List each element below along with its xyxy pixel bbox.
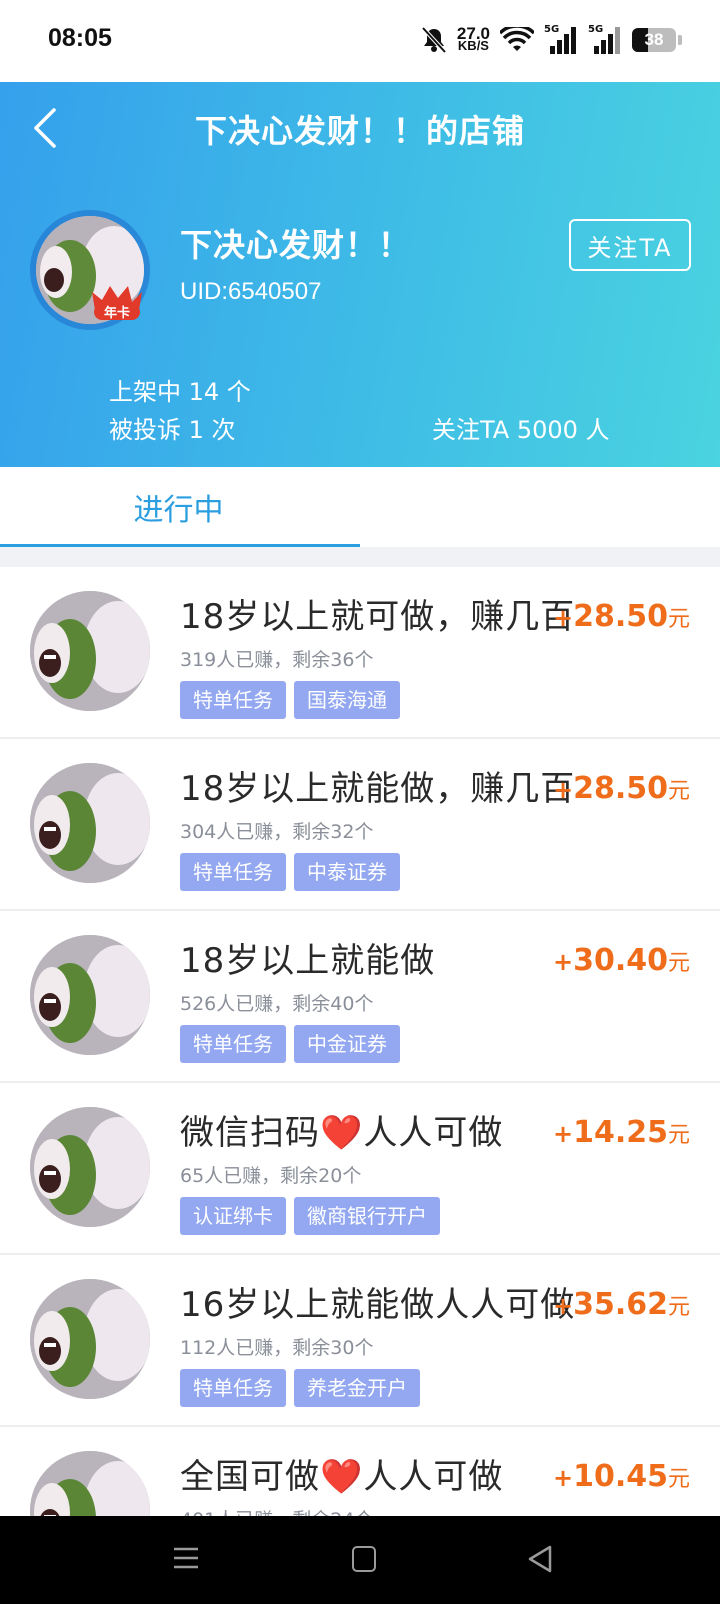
task-meta: 112人已赚，剩余30个 <box>180 1337 374 1359</box>
signal-icon: 5G <box>544 24 578 54</box>
task-tag: 养老金开户 <box>294 1369 420 1407</box>
task-tags: 特单任务 中泰证券 <box>180 853 400 891</box>
stat-complaints: 被投诉 1 次 <box>109 416 236 444</box>
price-unit: 元 <box>667 607 690 632</box>
net-speed-unit: KB/S <box>457 38 489 53</box>
price-unit: 元 <box>667 779 690 804</box>
rabbit-thumbnail-icon <box>30 763 150 883</box>
task-price: +35.62元 <box>553 1287 690 1322</box>
price-sign: + <box>552 1292 574 1320</box>
status-bar: 08:05 27.0 KB/S 5G 5G 38 <box>0 0 720 82</box>
page-title: 下决心发财！！的店铺 <box>194 112 525 150</box>
home-icon[interactable] <box>352 1546 376 1572</box>
price-unit: 元 <box>667 1467 690 1492</box>
task-title: 18岁以上就能做，赚几百 <box>180 769 576 809</box>
task-title: 18岁以上就能做 <box>180 941 436 981</box>
task-tag: 特单任务 <box>180 853 286 891</box>
price-sign: + <box>552 604 574 632</box>
price-sign: + <box>552 776 574 804</box>
task-item[interactable]: 18岁以上就能做 526人已赚，剩余40个 特单任务 中金证券 +30.40元 <box>0 911 720 1083</box>
tab-bar: 进行中 <box>0 467 720 547</box>
signal-icon: 5G <box>588 24 622 54</box>
task-title: 微信扫码❤️人人可做 <box>180 1113 504 1153</box>
menu-icon[interactable] <box>174 1546 198 1570</box>
task-tag: 中泰证券 <box>294 853 400 891</box>
shop-header: 下决心发财！！的店铺 年卡 下决心发财！！ UID:6540507 关注TA 上… <box>0 82 720 467</box>
stat-followers: 关注TA 5000 人 <box>432 416 610 444</box>
task-thumbnail <box>30 763 150 883</box>
task-price: +14.25元 <box>553 1115 690 1150</box>
task-item[interactable]: 16岁以上就能做人人可做 112人已赚，剩余30个 特单任务 养老金开户 +35.… <box>0 1255 720 1427</box>
shop-uid: UID:6540507 <box>180 278 322 305</box>
task-meta: 65人已赚，剩余20个 <box>180 1165 362 1187</box>
rabbit-thumbnail-icon <box>30 591 150 711</box>
price-unit: 元 <box>667 1123 690 1148</box>
signal-label: 5G <box>544 24 560 35</box>
task-tag: 认证绑卡 <box>180 1197 286 1235</box>
task-meta: 526人已赚，剩余40个 <box>180 993 374 1015</box>
task-tag: 特单任务 <box>180 1369 286 1407</box>
battery-icon: 38 <box>632 28 676 52</box>
task-title: 18岁以上就可做，赚几百 <box>180 597 576 637</box>
price-unit: 元 <box>667 951 690 976</box>
task-price: +28.50元 <box>553 599 690 634</box>
price-sign: + <box>552 1464 574 1492</box>
task-tag: 特单任务 <box>180 1025 286 1063</box>
task-thumbnail <box>30 1107 150 1227</box>
price-unit: 元 <box>667 1295 690 1320</box>
task-item[interactable]: 18岁以上就能做，赚几百 304人已赚，剩余32个 特单任务 中泰证券 +28.5… <box>0 739 720 911</box>
price-amount: 28.50 <box>573 599 668 634</box>
divider <box>0 547 720 567</box>
task-item[interactable]: 微信扫码❤️人人可做 65人已赚，剩余20个 认证绑卡 徽商银行开户 +14.25… <box>0 1083 720 1255</box>
task-meta: 304人已赚，剩余32个 <box>180 821 374 843</box>
back-triangle-icon[interactable] <box>526 1544 554 1574</box>
status-icons: 27.0 KB/S 5G 5G 38 <box>421 22 682 58</box>
tab-label: 进行中 <box>133 493 224 528</box>
task-title: 16岁以上就能做人人可做 <box>180 1285 576 1325</box>
net-speed: 27.0 KB/S <box>457 25 490 53</box>
rabbit-thumbnail-icon <box>30 1107 150 1227</box>
price-amount: 14.25 <box>573 1115 668 1150</box>
rabbit-thumbnail-icon <box>30 1279 150 1399</box>
task-list: 18岁以上就可做，赚几百 319人已赚，剩余36个 特单任务 国泰海通 +28.5… <box>0 567 720 1599</box>
mute-bell-icon <box>421 26 447 54</box>
annual-card-crown-icon: 年卡 <box>92 286 142 321</box>
battery-level: 38 <box>644 30 664 49</box>
price-amount: 30.40 <box>573 943 668 978</box>
shop-avatar[interactable]: 年卡 <box>30 210 150 330</box>
task-thumbnail <box>30 1279 150 1399</box>
price-sign: + <box>552 1120 574 1148</box>
stat-listed: 上架中 14 个 <box>109 378 251 406</box>
follow-button[interactable]: 关注TA <box>569 219 691 271</box>
rabbit-thumbnail-icon <box>30 935 150 1055</box>
shop-name: 下决心发财！！ <box>180 226 412 264</box>
task-tag: 特单任务 <box>180 681 286 719</box>
task-tags: 认证绑卡 徽商银行开户 <box>180 1197 440 1235</box>
price-sign: + <box>552 948 574 976</box>
tab-in-progress[interactable]: 进行中 <box>0 467 360 547</box>
task-tag: 徽商银行开户 <box>294 1197 440 1235</box>
task-thumbnail <box>30 935 150 1055</box>
signal-label: 5G <box>588 24 604 35</box>
task-tags: 特单任务 养老金开户 <box>180 1369 420 1407</box>
price-amount: 28.50 <box>573 771 668 806</box>
task-thumbnail <box>30 591 150 711</box>
system-nav-bar <box>0 1516 720 1604</box>
battery-tip <box>678 35 682 45</box>
badge-text: 年卡 <box>104 305 130 321</box>
task-title: 全国可做❤️人人可做 <box>180 1457 504 1497</box>
price-amount: 10.45 <box>573 1459 668 1494</box>
task-price: +28.50元 <box>553 771 690 806</box>
task-tags: 特单任务 中金证券 <box>180 1025 400 1063</box>
task-tags: 特单任务 国泰海通 <box>180 681 400 719</box>
task-price: +30.40元 <box>553 943 690 978</box>
task-price: +10.45元 <box>553 1459 690 1494</box>
task-tag: 国泰海通 <box>294 681 400 719</box>
task-meta: 319人已赚，剩余36个 <box>180 649 374 671</box>
task-tag: 中金证券 <box>294 1025 400 1063</box>
task-item[interactable]: 18岁以上就可做，赚几百 319人已赚，剩余36个 特单任务 国泰海通 +28.5… <box>0 567 720 739</box>
wifi-icon <box>500 27 534 51</box>
status-time: 08:05 <box>48 24 112 52</box>
price-amount: 35.62 <box>573 1287 668 1322</box>
